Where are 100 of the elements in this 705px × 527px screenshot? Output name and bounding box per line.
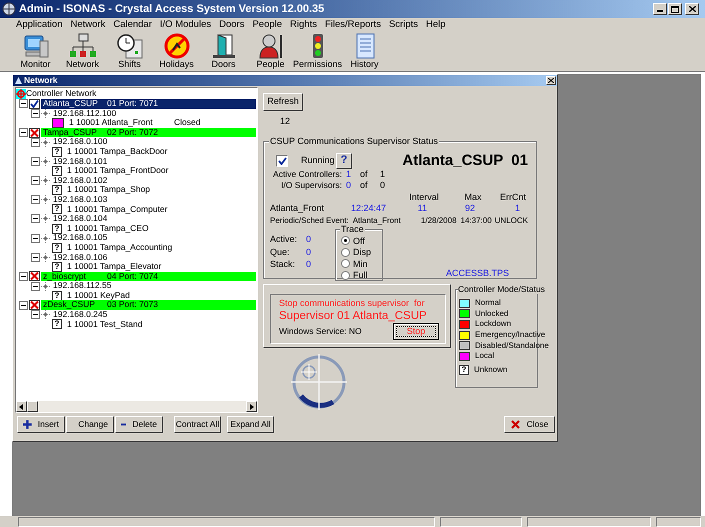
collapse-icon[interactable] [31, 138, 40, 147]
toolbar-button[interactable]: Permissions [294, 32, 341, 70]
tree-item[interactable]: 1 10001 Tampa_CEO [67, 224, 172, 234]
toolbar-button[interactable]: People [247, 32, 294, 70]
menu-item[interactable]: Help [426, 18, 446, 32]
collapse-icon[interactable] [31, 176, 40, 186]
column-header: Interval [408, 192, 440, 202]
menu-item[interactable]: Application [16, 18, 62, 32]
menu-item[interactable]: Network [70, 18, 106, 32]
legend-label: Normal [475, 297, 501, 310]
action-button[interactable]: Contract All [174, 416, 221, 433]
unknown-status-icon: ? [52, 224, 62, 234]
right-arrow-icon[interactable] [249, 404, 254, 410]
collapse-icon[interactable] [31, 310, 40, 320]
collapse-icon[interactable] [19, 300, 28, 310]
toolbar-button[interactable]: Holidays [153, 32, 200, 70]
tree-item[interactable]: 1 10001 Tampa_Elevator [67, 262, 172, 272]
collapse-icon[interactable] [31, 282, 40, 291]
tree-item[interactable]: 192.168.112.100 [53, 108, 116, 118]
legend-label: Unknown [474, 364, 508, 376]
action-button[interactable]: Delete [115, 416, 163, 433]
action-button[interactable]: Insert [17, 416, 65, 433]
tree-item[interactable]: 192.168.0.105 [53, 233, 108, 243]
refresh-button[interactable]: Refresh [263, 93, 303, 111]
close-button[interactable] [546, 76, 556, 85]
menu-item[interactable]: Doors [219, 18, 244, 32]
running-checkbox[interactable] [276, 154, 288, 166]
time-value: 12:24:47 [351, 202, 388, 214]
tree-item[interactable]: Tampa_CSUP 02 Port: 7072 [41, 128, 256, 138]
tree-item[interactable]: 1 10001 Tampa_BackDoor [67, 146, 172, 157]
help-button[interactable]: ? [336, 152, 352, 168]
running-label: Running [301, 154, 336, 167]
toolbar-button[interactable]: Shifts [106, 32, 153, 70]
radio-button[interactable] [341, 236, 350, 246]
toolbar-button[interactable]: Network [59, 32, 106, 70]
toolbar-button[interactable]: Monitor [12, 32, 59, 70]
collapse-icon[interactable] [31, 108, 40, 118]
collapse-icon[interactable] [19, 128, 28, 138]
action-button[interactable]: Change [66, 416, 114, 433]
left-arrow-icon[interactable] [19, 404, 24, 410]
node-icon [41, 108, 50, 118]
close-button[interactable] [685, 3, 699, 15]
collapse-icon[interactable] [31, 156, 40, 166]
tree-item[interactable]: 1 10001 Tampa_Accounting [67, 242, 176, 252]
tree-item[interactable]: 192.168.0.245 [53, 310, 108, 320]
tree-item[interactable]: 192.168.0.101 [53, 156, 108, 166]
minimize-button[interactable] [653, 3, 667, 15]
triangle-icon [15, 77, 22, 84]
radio-button[interactable] [341, 248, 350, 257]
tree-item[interactable]: Controller Network [26, 89, 96, 99]
scroll-thumb[interactable] [27, 401, 38, 412]
collapse-icon[interactable] [31, 252, 40, 262]
toolbar-button[interactable]: Doors [200, 32, 247, 70]
event-label: Periodic/Sched Event: [270, 215, 349, 226]
tree-item[interactable]: 1 10001 Tampa_Computer [67, 204, 172, 214]
menu-item[interactable]: People [252, 18, 282, 32]
field-label: Active Controllers: [272, 169, 342, 180]
action-button[interactable]: Expand All [227, 416, 274, 433]
tree-item[interactable]: 1 10001 Tampa_Shop [67, 185, 172, 195]
column-header: ErrCnt [498, 192, 527, 202]
node-icon [41, 214, 50, 224]
trace-title: Trace [340, 224, 365, 234]
tree-item[interactable]: 1 10001 KeyPad [67, 290, 172, 300]
collapse-icon[interactable] [19, 272, 28, 281]
service-status: Windows Service: NO [279, 325, 362, 338]
no-entry-icon [162, 32, 190, 58]
checkmark-icon [29, 98, 40, 109]
menu-item[interactable]: Rights [290, 18, 317, 32]
counter-label: Stack: [270, 258, 296, 270]
field-value: 1 [380, 169, 386, 180]
collapse-icon[interactable] [19, 99, 28, 108]
count-text: 12 [280, 116, 292, 126]
tree-item[interactable]: 192.168.0.102 [53, 176, 108, 186]
tree-item[interactable]: 1 10001 Tampa_FrontDoor [67, 166, 172, 176]
collapse-icon[interactable] [31, 234, 40, 243]
tree-item[interactable]: 192.168.0.104 [53, 214, 108, 224]
horizontal-scrollbar[interactable] [16, 401, 257, 412]
close-button[interactable]: Close [504, 416, 555, 433]
maximize-icon [671, 6, 679, 12]
tree-item[interactable]: Atlanta_CSUP 01 Port: 7071 [41, 99, 256, 109]
tree-item[interactable]: 192.168.0.100 [53, 137, 108, 147]
tree-item[interactable]: 192.168.0.106 [53, 252, 108, 262]
tree-item[interactable]: 192.168.112.55 [53, 281, 112, 291]
menu-item[interactable]: Calendar [113, 18, 152, 32]
maximize-button[interactable] [668, 3, 682, 15]
toolbar-button[interactable]: History [341, 32, 388, 70]
menu-item[interactable]: Scripts [388, 18, 418, 32]
tree-item[interactable]: z_bioscrypt 04 Port: 7074 [41, 272, 256, 282]
menu-item[interactable]: Files/Reports [324, 18, 381, 32]
column-header: Max [463, 192, 482, 202]
tree-item[interactable]: 192.168.0.103 [53, 194, 108, 205]
menu-item[interactable]: I/O Modules [160, 18, 212, 32]
radio-button[interactable] [341, 259, 350, 268]
radio-button[interactable] [341, 270, 350, 280]
close-icon [688, 6, 696, 12]
tree-item[interactable]: zDesk_CSUP 03 Port: 7073 [41, 300, 256, 310]
tree-item[interactable]: 1 10001 Atlanta_Front [69, 118, 174, 128]
collapse-icon[interactable] [31, 195, 40, 204]
tree-item[interactable]: 1 10001 Test_Stand [67, 320, 172, 330]
collapse-icon[interactable] [31, 214, 40, 224]
